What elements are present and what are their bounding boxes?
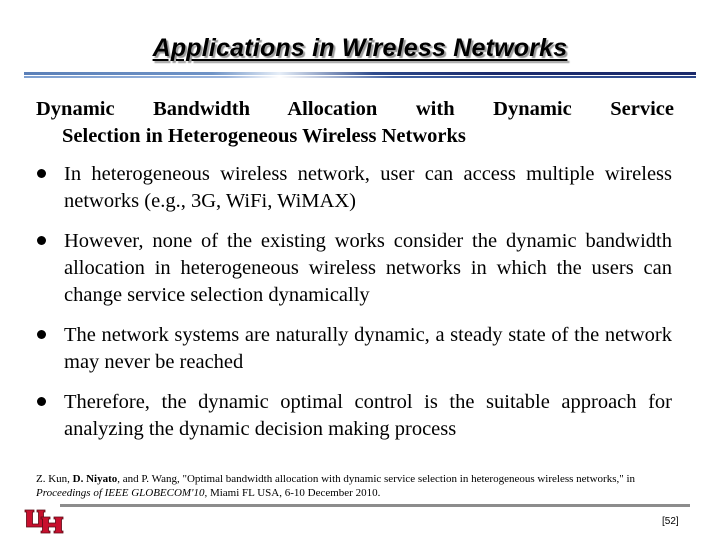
bullet-dot-icon — [37, 330, 46, 339]
section-heading-line2: Selection in Heterogeneous Wireless Netw… — [62, 125, 466, 147]
citation-venue: Proceedings of IEEE GLOBECOM'10 — [36, 487, 205, 499]
title-divider-thick — [24, 72, 696, 75]
bullet-item: The network systems are naturally dynami… — [0, 322, 720, 376]
citation-body: , and P. Wang, "Optimal bandwidth alloca… — [117, 473, 636, 485]
bullet-item: Therefore, the dynamic optimal control i… — [0, 389, 720, 443]
bullet-dot-icon — [37, 169, 46, 178]
bullet-text: Therefore, the dynamic optimal control i… — [64, 391, 672, 440]
citation-author: Z. Kun, — [36, 473, 73, 485]
bullet-list: In heterogeneous wireless network, user … — [0, 161, 720, 456]
citation: Z. Kun, D. Niyato, and P. Wang, "Optimal… — [36, 472, 676, 500]
title-divider — [24, 72, 696, 78]
bullet-dot-icon — [37, 397, 46, 406]
slide-title: Applications in Wireless Networks — [152, 34, 568, 62]
footer-divider — [60, 504, 690, 507]
bullet-text: In heterogeneous wireless network, user … — [64, 163, 672, 212]
bullet-text: However, none of the existing works cons… — [64, 230, 672, 306]
bullet-text: The network systems are naturally dynami… — [64, 324, 672, 373]
uh-logo-icon — [24, 509, 64, 534]
citation-author-highlight: D. Niyato — [72, 473, 118, 485]
page-number: [52] — [662, 516, 679, 527]
section-heading: Dynamic Bandwidth Allocation with Dynami… — [36, 96, 674, 150]
section-heading-line1: Dynamic Bandwidth Allocation with Dynami… — [36, 98, 674, 120]
bullet-item: In heterogeneous wireless network, user … — [0, 161, 720, 215]
title-divider-thin — [24, 76, 696, 78]
bullet-item: However, none of the existing works cons… — [0, 228, 720, 309]
citation-tail: , Miami FL USA, 6-10 December 2010. — [204, 487, 381, 499]
bullet-dot-icon — [37, 236, 46, 245]
